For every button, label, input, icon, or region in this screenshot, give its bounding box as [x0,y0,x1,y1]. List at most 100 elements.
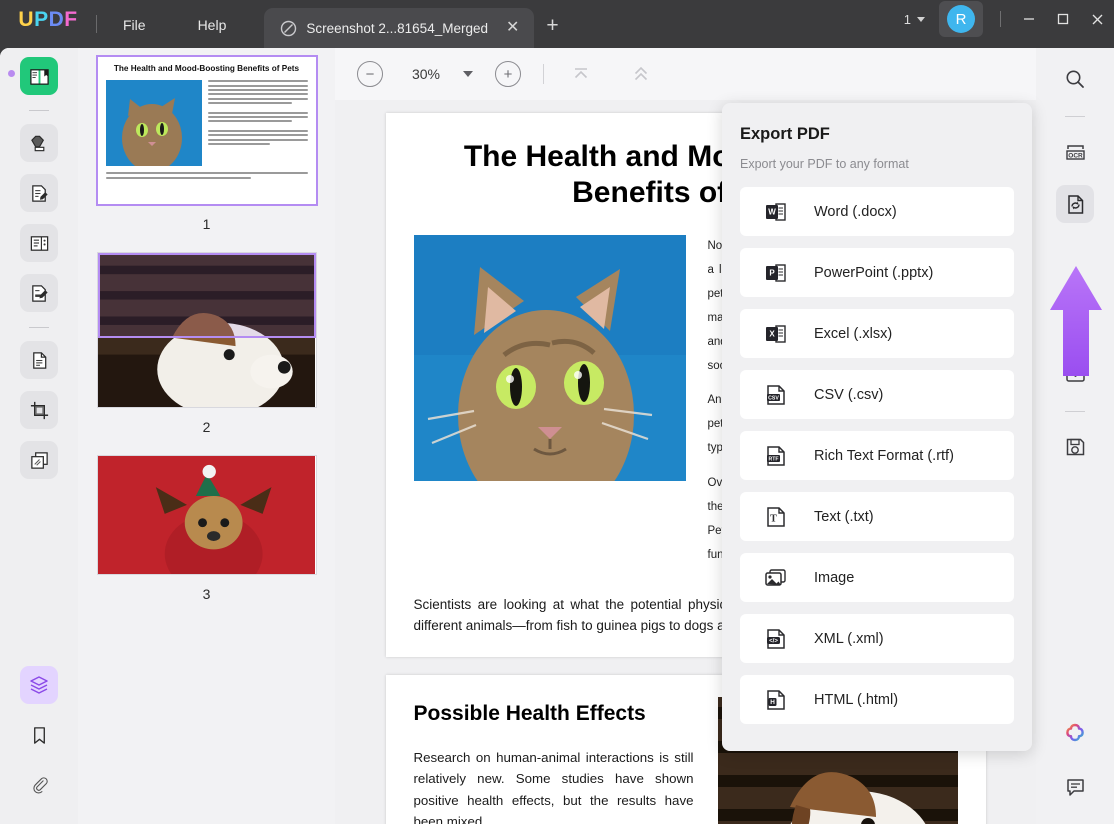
zoom-in-button[interactable]: + [495,61,521,87]
txt-icon: T [764,505,788,529]
search-button[interactable] [1056,60,1094,98]
svg-text:W: W [768,207,776,216]
logo-letter-f: F [64,8,78,31]
document-page-2-text-column: Possible Health Effects Research on huma… [414,697,694,824]
export-format-rtf[interactable]: RTF Rich Text Format (.rtf) [740,431,1014,480]
thumbnail-block-1[interactable]: The Health and Mood-Boosting Benefits of… [78,55,335,252]
maximize-button[interactable] [1046,5,1080,33]
page-thumbnail-panel[interactable]: The Health and Mood-Boosting Benefits of… [78,48,335,824]
export-format-txt-label: Text (.txt) [814,508,874,525]
thumbnail-page-2[interactable]: Possible Health Effects [96,252,317,408]
export-panel-subtitle: Export your PDF to any format [740,157,909,171]
pdf-doc-icon [280,20,297,37]
window-close-button[interactable] [1080,5,1114,33]
ocr-button[interactable]: OCR [1056,133,1094,171]
save-button[interactable] [1056,428,1094,466]
svg-text:H: H [770,699,775,706]
thumbnail-page-3[interactable] [96,455,317,575]
close-icon[interactable]: ✕ [503,18,522,38]
svg-text:P: P [769,268,775,277]
export-format-rtf-label: Rich Text Format (.rtf) [814,447,954,464]
svg-text:T: T [770,513,777,524]
svg-text:</>: </> [769,638,778,644]
svg-text:CSV: CSV [768,395,779,401]
export-format-excel[interactable]: X Excel (.xlsx) [740,309,1014,358]
sidebar-item-form[interactable] [20,274,58,312]
ai-assistant-button[interactable] [1056,716,1094,754]
export-format-html[interactable]: H HTML (.html) [740,675,1014,724]
export-convert-button[interactable] [1056,185,1094,223]
sidebar-item-edit-pdf[interactable] [20,174,58,212]
application-body: The Health and Mood-Boosting Benefits of… [0,48,1114,824]
right-rail-divider-1 [1065,116,1085,117]
sidebar-item-annotate[interactable] [20,124,58,162]
export-format-excel-label: Excel (.xlsx) [814,325,893,342]
export-format-xml[interactable]: </> XML (.xml) [740,614,1014,663]
right-tool-rail: OCR [1036,48,1114,824]
thumbnail-block-3[interactable]: 3 [78,455,335,622]
html-icon: H [764,688,788,712]
sidebar-item-organize-pages[interactable] [20,224,58,262]
thumbnail-page-number-2: 2 [202,419,211,435]
document-page-1-cat-photo [413,235,686,481]
powerpoint-icon: P [764,261,788,285]
sidebar-item-attachment[interactable] [20,766,58,804]
export-format-txt[interactable]: T Text (.txt) [740,492,1014,541]
thumbnail-page-1-caption [105,172,308,179]
viewer-toolbar: − 30% + [335,48,1036,100]
thumbnail-page-3-image [97,456,316,574]
thumbnail-page-1-text [207,80,308,166]
export-format-image[interactable]: Image [740,553,1014,602]
export-format-xml-label: XML (.xml) [814,630,884,647]
comment-button[interactable] [1056,768,1094,806]
sidebar-item-bookmark[interactable] [20,716,58,754]
logo-letter-d: D [48,8,65,31]
logo-letter-u: U [18,8,35,31]
rtf-icon: RTF [764,444,788,468]
zoom-out-button[interactable]: − [357,61,383,87]
export-format-csv-label: CSV (.csv) [814,386,884,403]
window-count-dropdown[interactable]: 1 [896,8,933,31]
image-icon [764,566,788,590]
first-page-button[interactable] [566,61,596,87]
sidebar-item-crop[interactable] [20,391,58,429]
menu-help[interactable]: Help [172,17,253,48]
account-button[interactable]: R [939,1,983,37]
export-format-powerpoint[interactable]: P PowerPoint (.pptx) [740,248,1014,297]
updf-application-window: UPDF File Help Screenshot 2...81654_Merg… [0,0,1114,824]
sidebar-item-page-edit[interactable] [20,341,58,379]
sidebar-item-batch[interactable] [20,441,58,479]
csv-icon: CSV [764,383,788,407]
thumbnail-page-number-1: 1 [202,216,211,232]
sidebar-item-layers[interactable] [20,666,58,704]
zoom-dropdown-icon[interactable] [463,71,473,77]
export-format-html-label: HTML (.html) [814,691,899,708]
title-bar: UPDF File Help Screenshot 2...81654_Merg… [0,0,1114,48]
logo-letter-p: P [34,8,49,31]
toolbar-divider [543,64,544,84]
export-format-csv[interactable]: CSV CSV (.csv) [740,370,1014,419]
left-tool-rail [0,48,78,824]
document-tab[interactable]: Screenshot 2...81654_Merged ✕ [264,8,535,48]
thumbnail-page-1-title: The Health and Mood-Boosting Benefits of… [113,64,300,73]
svg-text:OCR: OCR [1068,152,1083,159]
svg-text:X: X [769,329,775,338]
thumbnail-block-2[interactable]: Possible Health Effects [78,252,335,455]
sidebar-item-reader[interactable] [20,57,58,95]
window-controls-divider [1000,11,1001,27]
word-icon: W [764,200,788,224]
svg-text:RTF: RTF [768,456,778,462]
new-tab-button[interactable]: + [546,15,558,48]
export-format-word[interactable]: W Word (.docx) [740,187,1014,236]
minimize-button[interactable] [1012,5,1046,33]
pointer-arrow-annotation [1050,266,1102,376]
menu-file[interactable]: File [97,17,172,48]
zoom-level-value[interactable]: 30% [395,66,457,82]
avatar: R [947,5,975,33]
thumbnail-page-1[interactable]: The Health and Mood-Boosting Benefits of… [95,55,318,206]
left-rail-divider-1 [29,110,49,111]
previous-page-button[interactable] [626,61,656,87]
thumbnail-page-2-image [97,253,316,407]
export-format-image-label: Image [814,569,855,586]
chevron-down-icon [917,16,925,22]
